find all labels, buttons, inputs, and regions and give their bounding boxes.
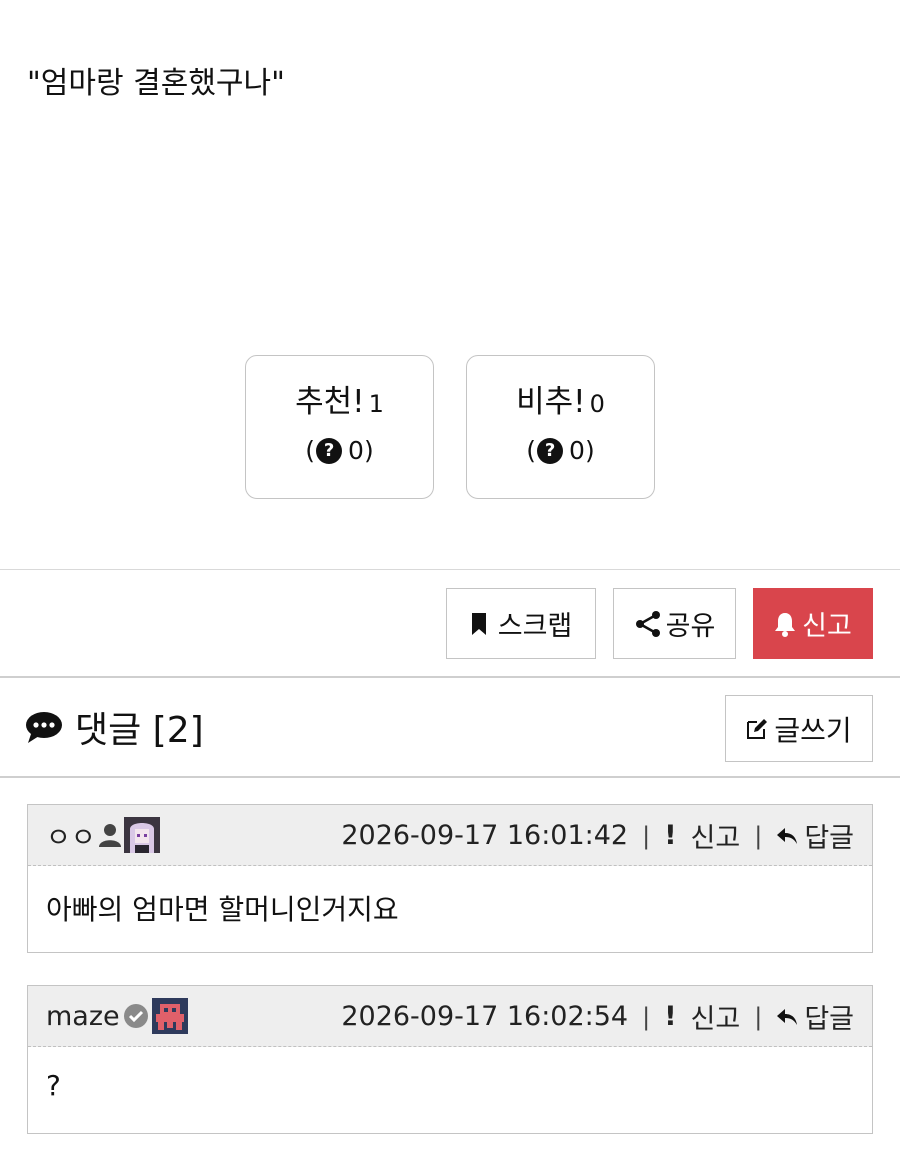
comment-body: ? bbox=[46, 1069, 61, 1102]
divider bbox=[0, 776, 900, 778]
chat-bubble-icon bbox=[26, 712, 62, 743]
comment-item: ㅇㅇ 2026-09-17 16:01:42 | ! 신고 | 답글 아빠의 엄… bbox=[27, 804, 873, 953]
write-comment-label: 글쓰기 bbox=[774, 713, 852, 747]
upvote-button[interactable]: 추천! 1 (? 0) bbox=[245, 355, 434, 499]
comment-header: ㅇㅇ 2026-09-17 16:01:42 | ! 신고 | 답글 bbox=[28, 805, 872, 866]
comment-meta: 2026-09-17 16:01:42 | ! 신고 | 답글 bbox=[341, 805, 854, 866]
reply-arrow-icon bbox=[777, 1008, 798, 1025]
comment-report-link[interactable]: 신고 bbox=[691, 997, 741, 1036]
comment-report-link[interactable]: 신고 bbox=[691, 816, 741, 855]
share-button[interactable]: 공유 bbox=[613, 588, 736, 659]
question-circle-icon[interactable]: ? bbox=[316, 437, 343, 464]
comments-heading: 댓글 [2] bbox=[25, 702, 204, 752]
separator: | bbox=[642, 1002, 651, 1031]
upvote-sub-open: ( bbox=[305, 436, 316, 465]
report-label: 신고 bbox=[802, 611, 852, 642]
downvote-count: 0 bbox=[589, 390, 605, 418]
comment-author[interactable]: maze bbox=[46, 998, 188, 1034]
reply-arrow-icon bbox=[777, 827, 798, 844]
question-circle-icon[interactable]: ? bbox=[537, 437, 564, 464]
downvote-sub-count: 0) bbox=[569, 436, 595, 465]
separator: | bbox=[754, 821, 763, 850]
report-alert-icon: ! bbox=[664, 820, 677, 851]
comment-author[interactable]: ㅇㅇ bbox=[46, 816, 160, 855]
user-icon bbox=[98, 824, 121, 847]
comment-timestamp: 2026-09-17 16:01:42 bbox=[341, 820, 629, 851]
comment-reply-label: 답글 bbox=[804, 823, 854, 854]
separator: | bbox=[642, 821, 651, 850]
comment-reply-label: 답글 bbox=[804, 1004, 854, 1035]
post-body-text: "엄마랑 결혼했구나" bbox=[27, 66, 285, 101]
comment-meta: 2026-09-17 16:02:54 | ! 신고 | 답글 bbox=[341, 986, 854, 1047]
separator: | bbox=[754, 1002, 763, 1031]
share-icon bbox=[635, 610, 660, 637]
downvote-sub-open: ( bbox=[526, 436, 537, 465]
report-alert-icon: ! bbox=[664, 1001, 677, 1032]
avatar bbox=[151, 998, 188, 1034]
share-label: 공유 bbox=[665, 611, 716, 642]
edit-icon bbox=[747, 718, 768, 739]
comment-author-name[interactable]: maze bbox=[46, 1001, 120, 1032]
comment-reply-link[interactable]: 답글 bbox=[776, 997, 854, 1036]
avatar bbox=[123, 817, 160, 853]
upvote-label: 추천! bbox=[295, 384, 365, 420]
comments-title: 댓글 [2] bbox=[75, 710, 204, 751]
scrap-button[interactable]: 스크랩 bbox=[446, 588, 596, 659]
verified-check-icon bbox=[123, 1004, 148, 1028]
comment-timestamp: 2026-09-17 16:02:54 bbox=[341, 1001, 629, 1032]
comment-body: 아빠의 엄마면 할머니인거지요 bbox=[46, 893, 399, 926]
upvote-count: 1 bbox=[368, 390, 384, 418]
bell-icon bbox=[775, 612, 796, 637]
comment-reply-link[interactable]: 답글 bbox=[776, 816, 854, 855]
divider bbox=[0, 676, 900, 678]
bookmark-icon bbox=[471, 612, 486, 635]
comment-item: maze 2026-09-17 16:02:54 | ! 신고 | 답글 ? bbox=[27, 985, 873, 1134]
upvote-sub-count: 0) bbox=[348, 436, 374, 465]
comment-author-name[interactable]: ㅇㅇ bbox=[46, 816, 96, 855]
downvote-label: 비추! bbox=[516, 384, 586, 420]
write-comment-button[interactable]: 글쓰기 bbox=[725, 695, 873, 762]
scrap-label: 스크랩 bbox=[497, 611, 573, 642]
report-button[interactable]: 신고 bbox=[753, 588, 873, 659]
downvote-button[interactable]: 비추! 0 (? 0) bbox=[466, 355, 655, 499]
divider bbox=[0, 569, 900, 570]
comment-header: maze 2026-09-17 16:02:54 | ! 신고 | 답글 bbox=[28, 986, 872, 1047]
